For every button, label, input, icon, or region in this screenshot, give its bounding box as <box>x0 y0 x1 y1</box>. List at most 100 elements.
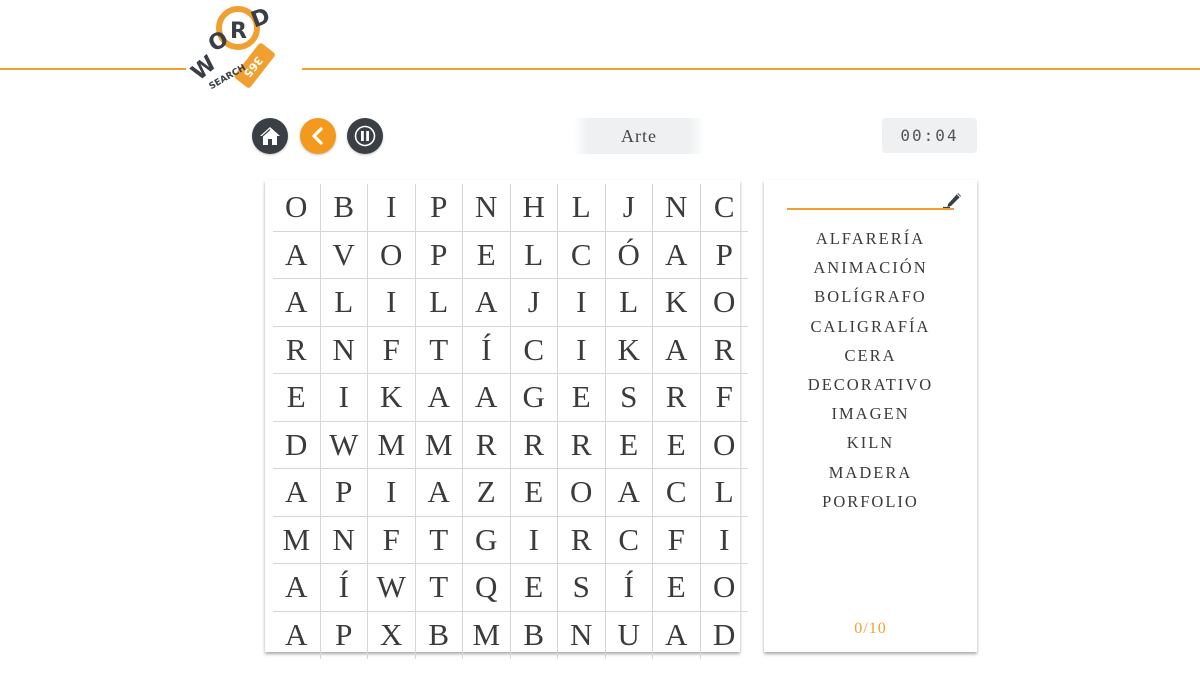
grid-cell[interactable]: R <box>558 516 606 564</box>
grid-cell[interactable]: W <box>320 421 368 469</box>
grid-cell[interactable]: E <box>605 421 653 469</box>
grid-cell[interactable]: U <box>606 611 653 659</box>
grid-cell[interactable]: W <box>368 564 416 612</box>
grid-cell[interactable]: F <box>653 516 701 564</box>
grid-cell[interactable]: C <box>653 469 701 517</box>
grid-cell[interactable]: L <box>605 279 653 327</box>
grid-cell[interactable]: O <box>700 564 748 612</box>
grid-cell[interactable]: G <box>463 516 511 564</box>
grid-cell[interactable]: I <box>558 326 606 374</box>
grid-cell[interactable]: N <box>320 326 368 374</box>
pause-button[interactable] <box>347 118 383 154</box>
grid-cell[interactable]: R <box>653 374 701 422</box>
grid-cell[interactable]: P <box>415 231 463 279</box>
grid-cell[interactable]: H <box>510 184 558 232</box>
grid-cell[interactable]: E <box>273 374 321 422</box>
grid-cell[interactable]: V <box>320 231 368 279</box>
grid-cell[interactable]: M <box>415 421 463 469</box>
grid-cell[interactable]: E <box>510 564 558 612</box>
grid-cell[interactable]: I <box>558 279 606 327</box>
grid-cell[interactable]: Í <box>320 564 368 612</box>
grid-cell[interactable]: K <box>605 326 653 374</box>
grid-cell[interactable]: J <box>510 279 558 327</box>
grid-cell[interactable]: A <box>273 564 321 612</box>
grid-cell[interactable]: D <box>701 612 749 660</box>
grid-cell[interactable]: N <box>558 611 606 659</box>
grid-cell[interactable]: Í <box>605 564 653 612</box>
grid-cell[interactable]: I <box>368 184 416 232</box>
grid-cell[interactable]: C <box>700 184 748 232</box>
grid-cell[interactable]: R <box>510 421 558 469</box>
grid-cell[interactable]: O <box>558 469 606 517</box>
grid-cell[interactable]: M <box>463 611 511 659</box>
grid-cell[interactable]: A <box>653 231 701 279</box>
grid-cell[interactable]: A <box>273 231 321 279</box>
grid-cell[interactable]: L <box>700 469 748 517</box>
grid-cell[interactable]: C <box>558 231 606 279</box>
grid-cell[interactable]: R <box>558 421 606 469</box>
grid-cell[interactable]: E <box>510 469 558 517</box>
grid-cell[interactable]: C <box>510 326 558 374</box>
grid-cell[interactable]: I <box>510 516 558 564</box>
grid-cell[interactable]: Q <box>463 564 511 612</box>
grid-cell[interactable]: C <box>605 516 653 564</box>
grid-cell[interactable]: L <box>558 184 606 232</box>
grid-cell[interactable]: F <box>700 374 748 422</box>
grid-cell[interactable]: E <box>653 421 701 469</box>
grid-cell[interactable]: A <box>415 469 463 517</box>
grid-cell[interactable]: Í <box>463 326 511 374</box>
grid-cell[interactable]: I <box>320 374 368 422</box>
grid-cell[interactable]: E <box>463 231 511 279</box>
grid-cell[interactable]: P <box>700 232 748 279</box>
grid-cell[interactable]: L <box>320 279 368 327</box>
grid-cell[interactable]: G <box>510 374 558 422</box>
grid-cell[interactable]: Ó <box>605 231 653 279</box>
grid-cell[interactable]: J <box>605 184 653 232</box>
grid-cell[interactable]: B <box>511 611 558 659</box>
pencil-icon[interactable] <box>942 189 964 209</box>
grid-cell[interactable]: E <box>653 564 701 612</box>
grid-cell[interactable]: X <box>368 611 416 659</box>
grid-cell[interactable]: L <box>415 279 463 327</box>
grid-cell[interactable]: K <box>368 374 416 422</box>
grid-cell[interactable]: M <box>368 421 416 469</box>
grid-cell[interactable]: E <box>558 374 606 422</box>
grid-cell[interactable]: P <box>320 469 368 517</box>
grid-cell[interactable]: O <box>700 422 748 469</box>
grid-cell[interactable]: A <box>273 611 321 659</box>
home-button[interactable] <box>252 118 288 154</box>
grid-cell[interactable]: R <box>463 421 511 469</box>
word-search-365-logo[interactable]: 365 W O R D SEARCH <box>186 0 302 96</box>
back-button[interactable] <box>300 118 336 154</box>
grid-cell[interactable]: N <box>463 184 511 232</box>
grid-cell[interactable]: O <box>273 184 321 232</box>
grid-cell[interactable]: N <box>320 516 368 564</box>
grid-cell[interactable]: A <box>273 469 321 517</box>
grid-cell[interactable]: K <box>653 279 701 327</box>
grid-cell[interactable]: T <box>415 564 463 612</box>
grid-cell[interactable]: M <box>273 516 321 564</box>
grid-cell[interactable]: S <box>558 564 606 612</box>
grid-cell[interactable]: A <box>653 611 701 659</box>
grid-cell[interactable]: A <box>273 279 321 327</box>
grid-cell[interactable]: A <box>653 326 701 374</box>
grid-cell[interactable]: T <box>415 516 463 564</box>
grid-cell[interactable]: D <box>273 421 321 469</box>
grid-cell[interactable]: I <box>368 279 416 327</box>
grid-cell[interactable]: F <box>368 326 416 374</box>
grid-cell[interactable]: S <box>605 374 653 422</box>
grid-cell[interactable]: O <box>700 279 748 327</box>
grid-cell[interactable]: Z <box>463 469 511 517</box>
grid-cell[interactable]: A <box>415 374 463 422</box>
letter-grid[interactable]: OBIPNHLJNCAVOPELCÓAPALILAJILKORNFTÍCIKAR… <box>273 184 748 659</box>
grid-cell[interactable]: F <box>368 516 416 564</box>
grid-cell[interactable]: A <box>463 279 511 327</box>
grid-cell[interactable]: P <box>321 611 368 659</box>
grid-cell[interactable]: L <box>510 231 558 279</box>
grid-cell[interactable]: A <box>463 374 511 422</box>
grid-cell[interactable]: R <box>273 326 321 374</box>
grid-cell[interactable]: O <box>368 231 416 279</box>
grid-cell[interactable]: B <box>416 611 463 659</box>
grid-cell[interactable]: P <box>415 184 463 232</box>
grid-cell[interactable]: B <box>320 184 368 232</box>
